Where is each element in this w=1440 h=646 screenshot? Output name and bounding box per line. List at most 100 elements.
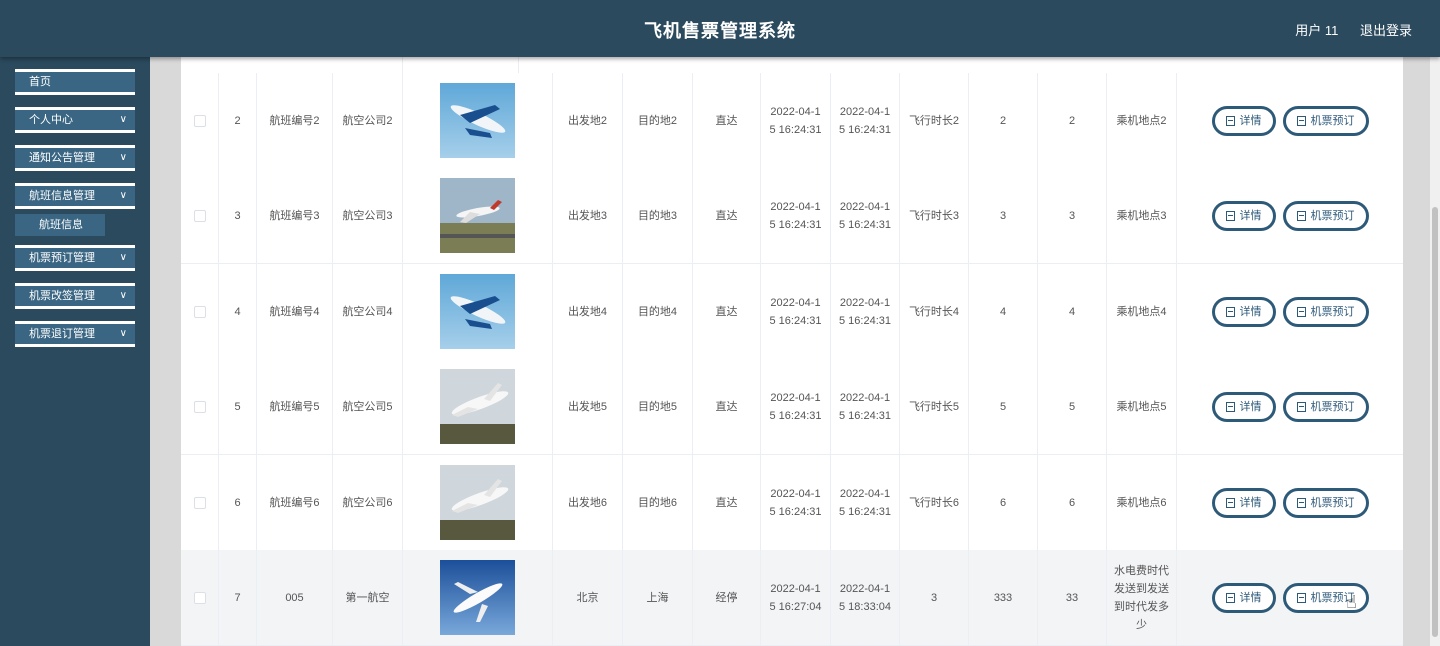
flight-type: 直达 — [715, 496, 738, 509]
departure-time-cell: 2022-04-15 16:27:04 — [761, 550, 831, 645]
table-row — [181, 57, 1403, 74]
boarding-place: 乘机地点6 — [1116, 496, 1167, 509]
sidebar-item-personal-center[interactable]: 个人中心 ∨ — [15, 107, 135, 133]
sidebar-item-refund-mgmt[interactable]: 机票退订管理 ∨ — [15, 321, 135, 347]
document-icon — [1225, 592, 1235, 603]
price-value-cell: 4 — [969, 264, 1038, 359]
airline-name: 航空公司2 — [342, 114, 393, 127]
flight-number-cell: 航班编号5 — [257, 359, 333, 454]
logout-link[interactable]: 退出登录 — [1360, 23, 1412, 38]
sidebar-item-notice-mgmt[interactable]: 通知公告管理 ∨ — [15, 145, 135, 171]
flight-image — [440, 560, 515, 635]
book-ticket-button[interactable]: 机票预订 — [1282, 105, 1369, 136]
sidebar-item-label: 航班信息管理 — [29, 190, 95, 202]
price-value: 6 — [999, 496, 1007, 509]
sidebar-item-booking-mgmt[interactable]: 机票预订管理 ∨ — [15, 245, 135, 271]
sidebar-item-home[interactable]: 首页 — [15, 69, 135, 95]
row-checkbox[interactable] — [193, 591, 206, 604]
arrival-time-cell: 2022-04-15 16:24:31 — [831, 359, 900, 454]
flight-type-cell: 直达 — [693, 359, 761, 454]
detail-button[interactable]: 详情 — [1211, 582, 1276, 613]
row-checkbox[interactable] — [193, 305, 206, 318]
detail-button[interactable]: 详情 — [1211, 200, 1276, 231]
departure-place-cell: 出发地3 — [553, 168, 623, 263]
flight-type: 直达 — [715, 209, 738, 222]
flight-type-cell: 直达 — [693, 168, 761, 263]
arrival-time: 2022-04-15 16:24:31 — [839, 391, 891, 422]
row-checkbox[interactable] — [193, 114, 206, 127]
row-checkbox[interactable] — [193, 400, 206, 413]
flight-duration: 3 — [930, 591, 938, 604]
arrival-time-cell: 2022-04-15 16:24:31 — [831, 455, 900, 550]
document-icon — [1225, 210, 1235, 221]
book-ticket-button-label: 机票预订 — [1310, 209, 1355, 222]
scrollbar-thumb[interactable] — [1432, 207, 1438, 637]
seat-count-cell: 5 — [1038, 359, 1107, 454]
boarding-place-cell: 水电费时代发送到发送到时代发多少 — [1107, 550, 1177, 645]
detail-button[interactable]: 详情 — [1211, 391, 1276, 422]
flight-number-cell: 航班编号2 — [257, 73, 333, 168]
row-index: 2 — [234, 114, 241, 127]
app-title: 飞机售票管理系统 — [644, 21, 796, 41]
flight-image-cell — [403, 73, 553, 168]
arrival-time: 2022-04-15 16:24:31 — [839, 105, 891, 136]
seat-count: 4 — [1068, 305, 1076, 318]
destination: 目的地3 — [637, 209, 678, 222]
seat-count-cell: 3 — [1038, 168, 1107, 263]
scrollbar[interactable] — [1430, 57, 1440, 646]
flight-duration-cell: 飞行时长4 — [900, 264, 969, 359]
book-ticket-button[interactable]: 机票预订 — [1282, 487, 1369, 518]
departure-time-cell: 2022-04-15 16:24:31 — [761, 264, 831, 359]
flight-duration-cell: 飞行时长3 — [900, 168, 969, 263]
seat-count-cell: 33 — [1038, 550, 1107, 645]
airline-name-cell: 航空公司6 — [333, 455, 403, 550]
price-value: 2 — [999, 114, 1007, 127]
price-value-cell: 6 — [969, 455, 1038, 550]
departure-time: 2022-04-15 16:24:31 — [769, 105, 822, 136]
row-select-cell — [181, 550, 219, 645]
user-name[interactable]: 用户 11 — [1295, 23, 1338, 38]
flight-duration: 飞行时长4 — [908, 305, 960, 318]
detail-button[interactable]: 详情 — [1211, 487, 1276, 518]
price-value-cell: 333 — [969, 550, 1038, 645]
row-checkbox[interactable] — [193, 496, 206, 509]
flight-duration: 飞行时长3 — [908, 209, 960, 222]
book-ticket-button[interactable]: 机票预订 — [1282, 391, 1369, 422]
departure-place-cell: 北京 — [553, 550, 623, 645]
document-icon — [1296, 306, 1306, 317]
row-select-cell — [181, 359, 219, 454]
flight-image — [440, 465, 515, 540]
departure-time-cell: 2022-04-15 16:24:31 — [761, 359, 831, 454]
row-index-cell: 7 — [219, 550, 257, 645]
row-select-cell — [181, 455, 219, 550]
flight-number-cell: 航班编号4 — [257, 264, 333, 359]
flight-duration-cell: 飞行时长6 — [900, 455, 969, 550]
top-bar: 飞机售票管理系统 用户 11 退出登录 — [0, 0, 1440, 57]
book-ticket-button[interactable]: 机票预订 — [1282, 200, 1369, 231]
book-ticket-button[interactable]: 机票预订 — [1282, 296, 1369, 327]
arrival-time-cell: 2022-04-15 18:33:04 — [831, 550, 900, 645]
book-ticket-button-label: 机票预订 — [1310, 305, 1355, 318]
departure-place: 北京 — [576, 591, 599, 604]
table-row: 6 航班编号6 航空公司6 出发地6 目的地6 直达 2022-04-15 16:24:31… — [181, 455, 1403, 551]
row-checkbox[interactable] — [193, 209, 206, 222]
detail-button[interactable]: 详情 — [1211, 105, 1276, 136]
flight-type: 直达 — [715, 114, 738, 127]
table-row: 2 航班编号2 航空公司2 出发地2 目的地2 直达 2022-04-15 16:24:31… — [181, 73, 1403, 169]
sidebar-item-change-mgmt[interactable]: 机票改签管理 ∨ — [15, 283, 135, 309]
flight-number-cell: 005 — [257, 550, 333, 645]
row-actions: 详情 机票预订 — [1177, 264, 1403, 359]
flight-type-cell: 直达 — [693, 73, 761, 168]
table-row: 3 航班编号3 航空公司3 出发地3 目的地3 直达 2022-04-15 16:24:31… — [181, 168, 1403, 264]
detail-button-label: 详情 — [1239, 114, 1262, 127]
airline-name-cell: 第一航空 — [333, 550, 403, 645]
sidebar-subitem-flight-info[interactable]: 航班信息 — [15, 214, 105, 236]
sidebar-item-label: 机票改签管理 — [29, 290, 95, 302]
flight-number: 航班编号3 — [269, 209, 320, 222]
chevron-down-icon: ∨ — [119, 252, 127, 263]
sidebar-item-flight-mgmt[interactable]: 航班信息管理 ∨ — [15, 183, 135, 209]
hand-cursor-icon: ☝ — [1346, 592, 1357, 612]
chevron-down-icon: ∨ — [119, 152, 127, 163]
chevron-down-icon: ∨ — [119, 328, 127, 339]
detail-button[interactable]: 详情 — [1211, 296, 1276, 327]
